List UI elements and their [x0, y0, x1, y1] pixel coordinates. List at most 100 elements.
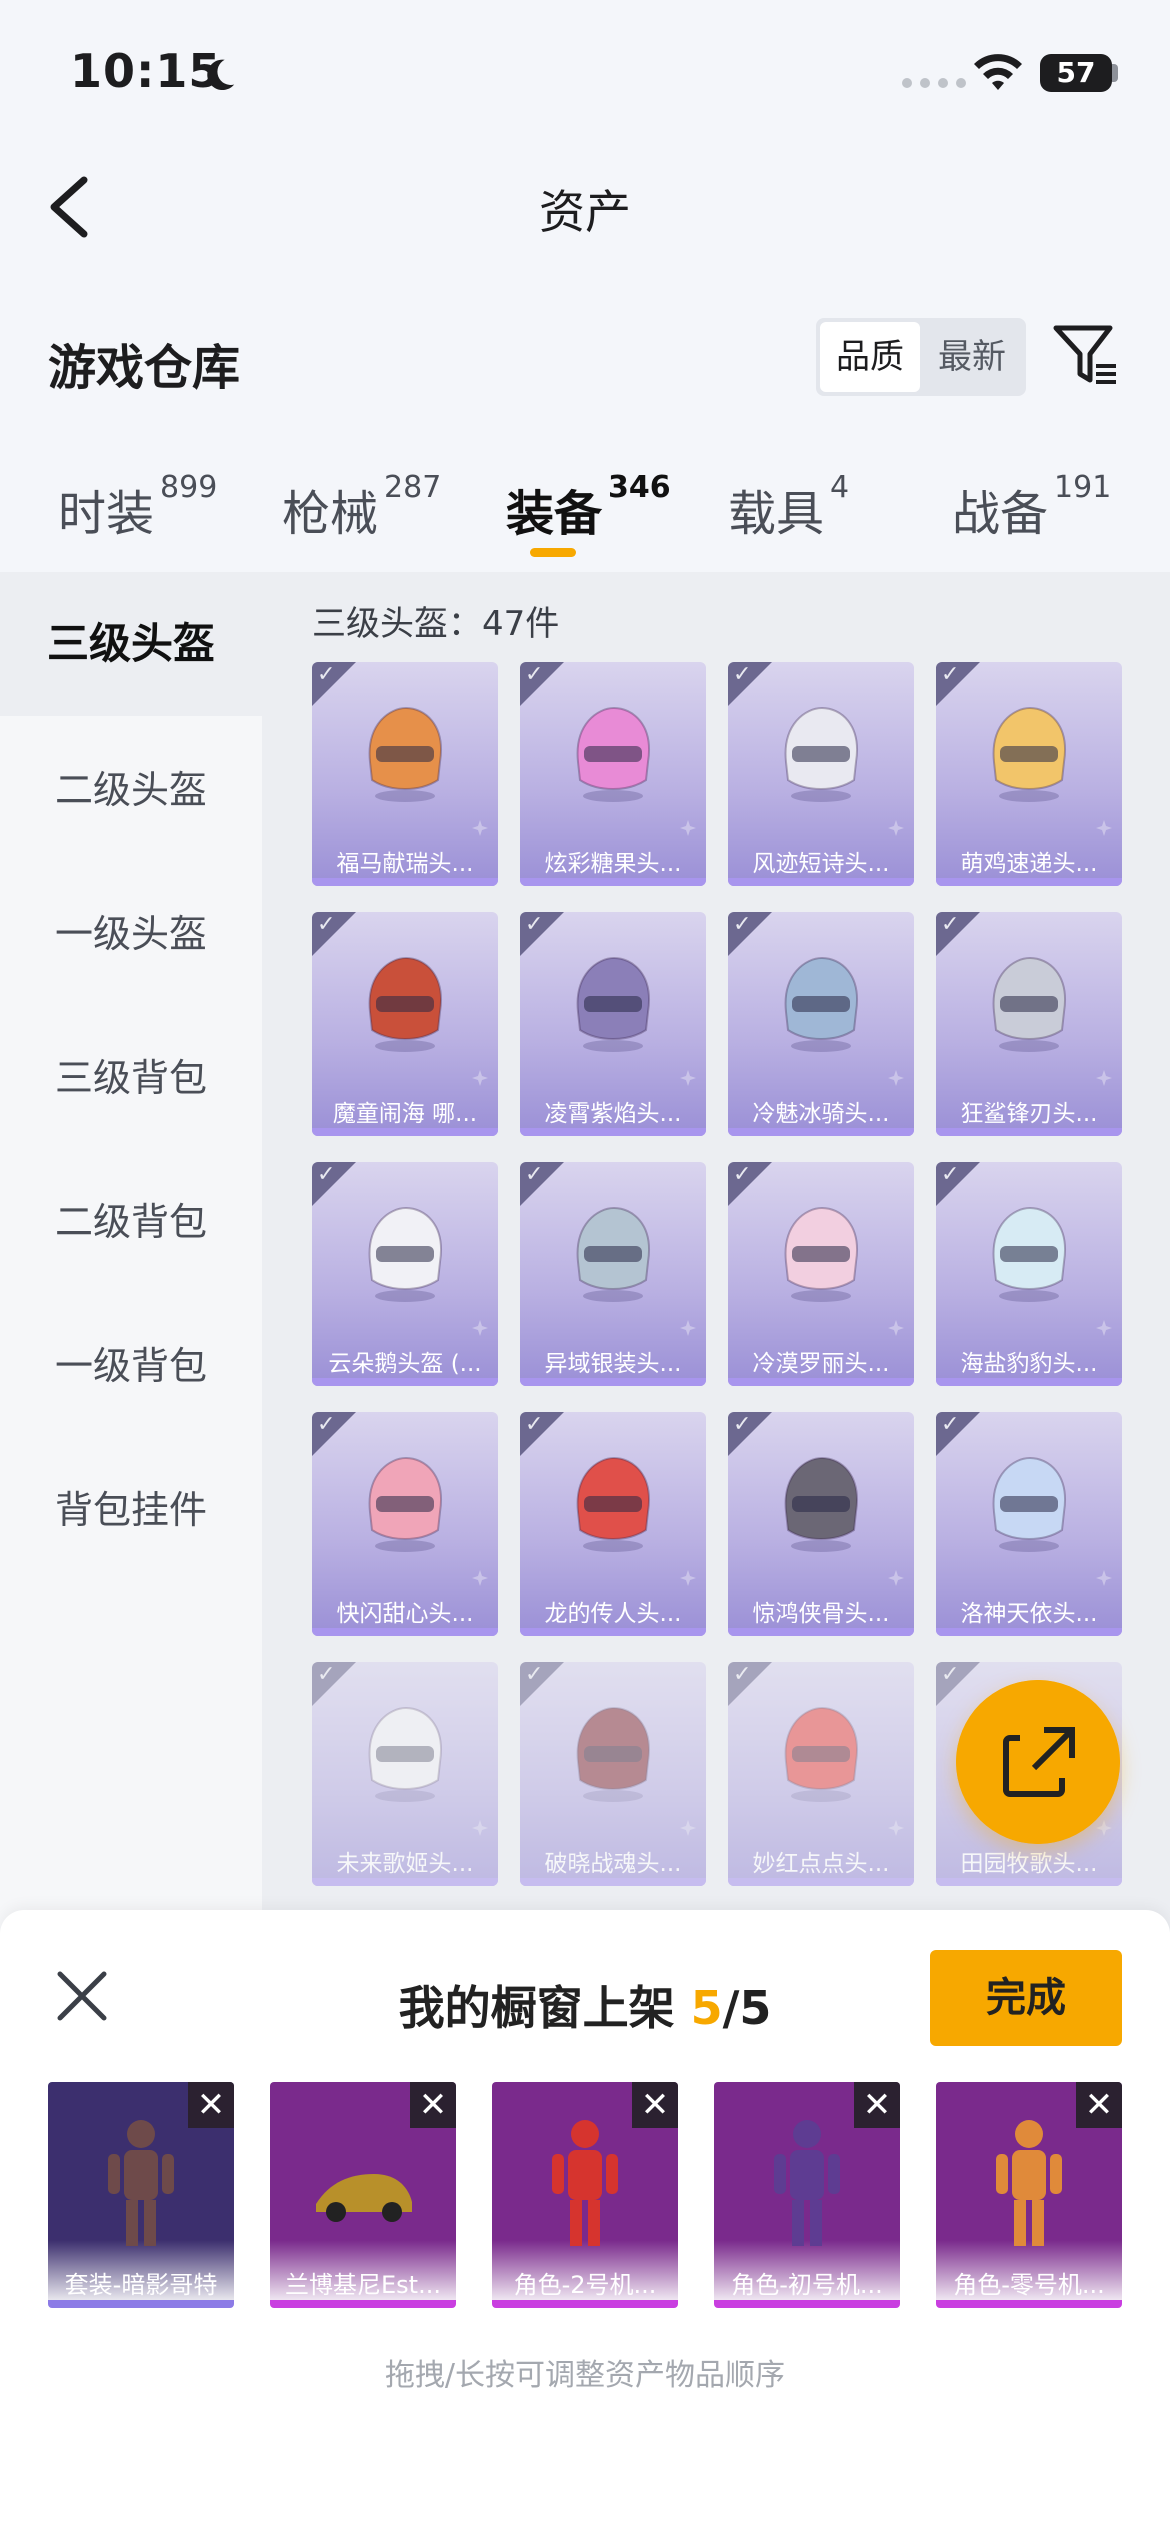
tab-fashion[interactable]: 时装 899	[58, 470, 217, 544]
tab-count: 899	[160, 470, 218, 505]
helmet-icon	[576, 956, 650, 1052]
helmet-card[interactable]: ✓ 洛神天依头...	[936, 1412, 1122, 1636]
done-button[interactable]: 完成	[930, 1950, 1122, 2046]
check-icon: ✓	[525, 1662, 544, 1687]
rarity-bar	[936, 1378, 1122, 1386]
check-icon: ✓	[317, 662, 336, 687]
sort-latest-button[interactable]: 最新	[922, 322, 1022, 392]
helmet-icon	[784, 1206, 858, 1302]
sparkle-icon	[680, 1570, 696, 1586]
remove-item-icon[interactable]: ✕	[188, 2082, 234, 2128]
tab-vehicles[interactable]: 载具 4	[728, 470, 849, 544]
sparkle-icon	[1096, 1820, 1112, 1836]
showcase-slot-label: 套装-暗影哥特	[64, 2271, 218, 2299]
helmet-icon	[992, 1206, 1066, 1302]
helmet-card[interactable]: ✓ 冷魅冰骑头...	[728, 912, 914, 1136]
remove-item-icon[interactable]: ✕	[1076, 2082, 1122, 2128]
tab-guns[interactable]: 枪械 287	[282, 470, 441, 544]
helmet-card-label: 惊鸿侠骨头...	[752, 1601, 890, 1627]
helmet-icon	[368, 1206, 442, 1302]
sidebar-item-level1-helmet[interactable]: 一级头盔	[0, 886, 262, 982]
rarity-bar	[520, 1128, 706, 1136]
helmet-card[interactable]: ✓ 未来歌姬头...	[312, 1662, 498, 1886]
showcase-slot[interactable]: ✕ 兰博基尼Est...	[270, 2082, 456, 2308]
check-icon: ✓	[317, 1412, 336, 1437]
helmet-card-label: 龙的传人头...	[544, 1601, 682, 1627]
showcase-slot[interactable]: ✕ 套装-暗影哥特	[48, 2082, 234, 2308]
share-fab-button[interactable]	[956, 1680, 1120, 1844]
section-title: 游戏仓库	[48, 340, 241, 396]
helmet-card[interactable]: ✓ 破晓战魂头...	[520, 1662, 706, 1886]
helmet-card[interactable]: ✓ 狂鲨锋刃头...	[936, 912, 1122, 1136]
tab-label: 枪械	[282, 486, 379, 542]
helmet-card[interactable]: ✓ 异域银装头...	[520, 1162, 706, 1386]
helmet-icon	[992, 1456, 1066, 1552]
sparkle-icon	[680, 820, 696, 836]
helmet-card[interactable]: ✓ 冷漠罗丽头...	[728, 1162, 914, 1386]
helmet-icon	[992, 706, 1066, 802]
sidebar-item-level3-backpack[interactable]: 三级背包	[0, 1030, 262, 1126]
helmet-card[interactable]: ✓ 惊鸿侠骨头...	[728, 1412, 914, 1636]
rarity-bar	[936, 1128, 1122, 1136]
sparkle-icon	[1096, 1320, 1112, 1336]
showcase-slot[interactable]: ✕ 角色-2号机...	[492, 2082, 678, 2308]
remove-item-icon[interactable]: ✕	[410, 2082, 456, 2128]
sidebar-item-level2-helmet[interactable]: 二级头盔	[0, 742, 262, 838]
helmet-card[interactable]: ✓ 海盐豹豹头...	[936, 1162, 1122, 1386]
showcase-slot[interactable]: ✕ 角色-初号机...	[714, 2082, 900, 2308]
sparkle-icon	[888, 1820, 904, 1836]
sparkle-icon	[888, 1570, 904, 1586]
sidebar-item-level3-helmet[interactable]: 三级头盔	[0, 572, 262, 716]
item-figure-icon	[316, 2174, 412, 2222]
check-icon: ✓	[525, 1412, 544, 1437]
rarity-bar	[714, 2300, 900, 2308]
helmet-card[interactable]: ✓ 云朵鹅头盔 (...	[312, 1162, 498, 1386]
helmet-card[interactable]: ✓ 福马献瑞头...	[312, 662, 498, 886]
rarity-bar	[936, 1878, 1122, 1886]
helmet-icon	[576, 1206, 650, 1302]
sparkle-icon	[888, 1320, 904, 1336]
helmet-card-label: 魔童闹海 哪...	[332, 1101, 478, 1127]
sidebar-item-level1-backpack[interactable]: 一级背包	[0, 1318, 262, 1414]
rarity-bar	[936, 878, 1122, 886]
helmet-icon	[784, 1456, 858, 1552]
showcase-title-text: 我的橱窗上架	[398, 1981, 691, 2035]
sort-toggle[interactable]: 品质 最新	[816, 318, 1026, 396]
check-icon: ✓	[941, 1162, 960, 1187]
sidebar-item-level2-backpack[interactable]: 二级背包	[0, 1174, 262, 1270]
helmet-card[interactable]: ✓ 快闪甜心头...	[312, 1412, 498, 1636]
helmet-card[interactable]: ✓ 炫彩糖果头...	[520, 662, 706, 886]
rarity-bar	[728, 1378, 914, 1386]
helmet-card-label: 萌鸡速递头...	[960, 851, 1098, 877]
helmet-card[interactable]: ✓ 妙红点点头...	[728, 1662, 914, 1886]
check-icon: ✓	[733, 912, 752, 937]
remove-item-icon[interactable]: ✕	[632, 2082, 678, 2128]
helmet-card-label: 异域银装头...	[544, 1351, 682, 1377]
helmet-card[interactable]: ✓ 魔童闹海 哪...	[312, 912, 498, 1136]
sort-quality-button[interactable]: 品质	[820, 322, 920, 392]
check-icon: ✓	[317, 912, 336, 937]
check-icon: ✓	[733, 662, 752, 687]
sparkle-icon	[1096, 820, 1112, 836]
check-icon: ✓	[317, 1662, 336, 1687]
tab-supplies[interactable]: 战备 191	[952, 470, 1111, 544]
helmet-card[interactable]: ✓ 萌鸡速递头...	[936, 662, 1122, 886]
moon-icon	[207, 59, 235, 91]
tab-equipment[interactable]: 装备 346	[506, 470, 671, 544]
showcase-slot[interactable]: ✕ 角色-零号机...	[936, 2082, 1122, 2308]
check-icon: ✓	[525, 912, 544, 937]
helmet-card[interactable]: ✓ 龙的传人头...	[520, 1412, 706, 1636]
sparkle-icon	[472, 1570, 488, 1586]
sidebar-item-backpack-charm[interactable]: 背包挂件	[0, 1462, 262, 1558]
check-icon: ✓	[733, 1662, 752, 1687]
rarity-bar	[936, 1628, 1122, 1636]
filter-icon[interactable]	[1050, 322, 1122, 390]
helmet-card[interactable]: ✓ 凌霄紫焰头...	[520, 912, 706, 1136]
helmet-card[interactable]: ✓ 风迹短诗头...	[728, 662, 914, 886]
helmet-card-label: 快闪甜心头...	[336, 1601, 474, 1627]
battery-icon: 57	[1040, 54, 1112, 92]
sparkle-icon	[472, 1070, 488, 1086]
page-title: 资产	[539, 185, 631, 239]
remove-item-icon[interactable]: ✕	[854, 2082, 900, 2128]
helmet-icon	[992, 956, 1066, 1052]
